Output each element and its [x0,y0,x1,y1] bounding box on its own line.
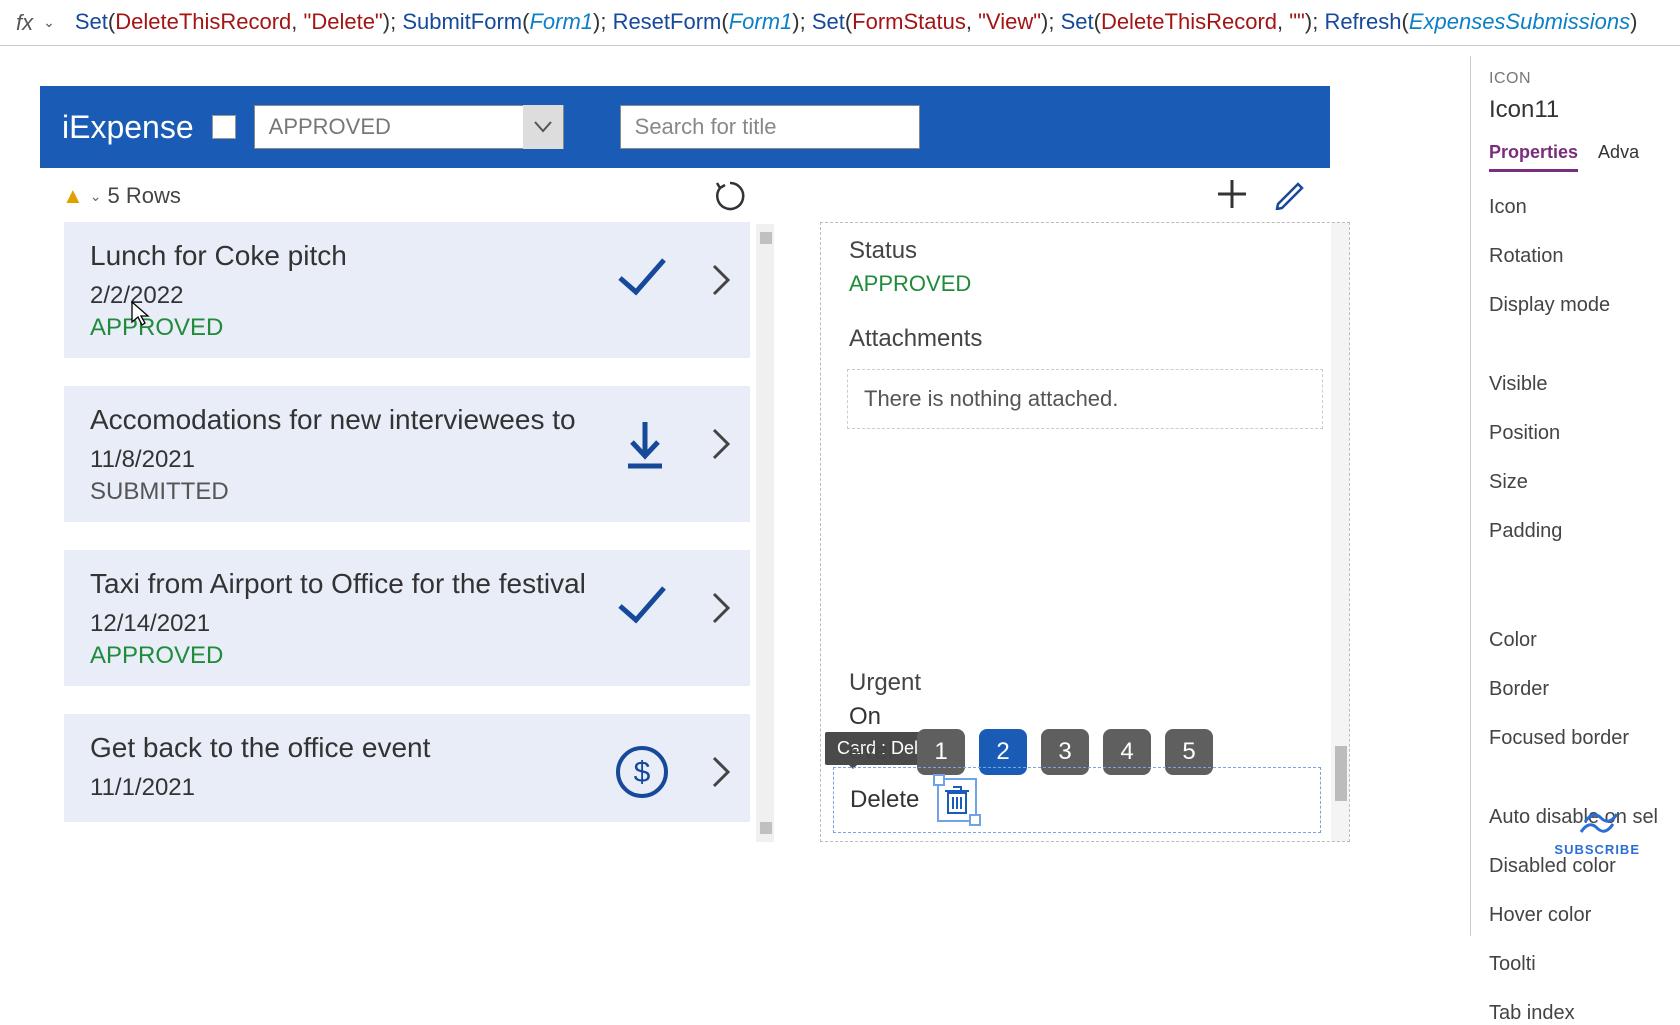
chevron-right-icon[interactable] [710,590,732,626]
item-status: SUBMITTED [90,478,724,506]
list-scrollbar[interactable] [756,224,774,842]
attachments-area[interactable]: There is nothing attached. [847,369,1323,429]
attachments-label: Attachments [821,311,1349,359]
edit-icon[interactable] [1272,174,1308,210]
check-icon[interactable] [614,580,670,628]
search-input[interactable] [620,105,920,149]
formula-text[interactable]: Set(DeleteThisRecord, "Delete"); SubmitF… [75,9,1638,36]
list-item[interactable]: Accomodations for new interviewees to11/… [64,386,750,522]
status-dropdown[interactable]: APPROVED [254,105,564,149]
chevron-down-icon[interactable] [523,105,563,149]
property-row[interactable]: Rotation [1489,245,1680,268]
chevron-right-icon[interactable] [710,754,732,790]
chevron-right-icon[interactable] [710,426,732,462]
fx-chevron-icon[interactable]: ⌄ [43,14,75,31]
property-row[interactable]: Disabled color [1489,855,1680,878]
panel-tabs: Properties Adva [1489,142,1680,172]
dollar-icon[interactable]: $ [614,744,670,800]
chevron-right-icon[interactable] [710,262,732,298]
property-row[interactable]: Size [1489,471,1680,494]
trash-icon[interactable] [937,778,977,822]
detail-panel: Status APPROVED Attachments There is not… [820,222,1350,842]
warning-icon[interactable]: ▲ [62,183,84,209]
list-toolbar: ▲ ⌄ 5 Rows [40,168,1330,224]
status-label: Status [821,223,1349,271]
property-row[interactable]: Toolti [1489,953,1680,976]
svg-text:$: $ [634,756,651,789]
status-value: APPROVED [821,271,1349,311]
property-row[interactable]: Focused border [1489,727,1680,750]
property-row[interactable]: Hover color [1489,904,1680,927]
refresh-icon[interactable] [712,178,748,214]
list-item[interactable]: Get back to the office event11/1/2021$ [64,714,750,822]
formula-bar: fx ⌄ Set(DeleteThisRecord, "Delete"); Su… [0,0,1680,46]
property-row[interactable]: Color [1489,629,1680,652]
dropdown-value: APPROVED [255,114,523,140]
expense-list[interactable]: Lunch for Coke pitch2/2/2022APPROVED Acco… [64,222,774,842]
check-icon[interactable] [614,252,670,300]
filter-checkbox[interactable] [212,115,236,139]
property-list: Icon Rotation Display mode Visible Position S… [1489,196,1680,1025]
panel-header: ICON [1489,70,1680,88]
property-row[interactable]: Padding [1489,520,1680,543]
app-title: iExpense [62,109,194,146]
tab-advanced[interactable]: Adva [1598,142,1639,172]
urgent-label: Urgent [849,669,921,697]
list-item[interactable]: Lunch for Coke pitch2/2/2022APPROVED [64,222,750,358]
property-row[interactable]: Border [1489,678,1680,701]
property-row[interactable]: Icon [1489,196,1680,219]
detail-scrollbar[interactable] [1331,223,1349,841]
level-label: evel [849,738,893,766]
property-row[interactable]: Position [1489,422,1680,445]
mouse-cursor [130,300,150,326]
fx-label: fx [6,10,43,36]
download-icon[interactable] [620,416,670,472]
list-item[interactable]: Taxi from Airport to Office for the fest… [64,550,750,686]
app-canvas: iExpense APPROVED ▲ ⌄ 5 Rows Lunch for C [40,86,1330,856]
app-header: iExpense APPROVED [40,86,1330,168]
property-row[interactable]: Tab index [1489,1002,1680,1025]
property-row[interactable]: Visible [1489,373,1680,396]
subscribe-watermark: SUBSCRIBE [1554,798,1640,857]
urgent-value: On [849,703,921,731]
property-row[interactable]: Display mode [1489,294,1680,317]
delete-card[interactable]: Delete [833,767,1321,833]
item-status: APPROVED [90,314,724,342]
tab-properties[interactable]: Properties [1489,142,1578,172]
item-status: APPROVED [90,642,724,670]
row-count-label: 5 Rows [108,183,181,209]
warning-chevron-icon[interactable]: ⌄ [90,188,102,205]
add-icon[interactable] [1212,174,1252,214]
delete-label: Delete [850,786,919,814]
selected-control-name: Icon11 [1489,96,1680,124]
